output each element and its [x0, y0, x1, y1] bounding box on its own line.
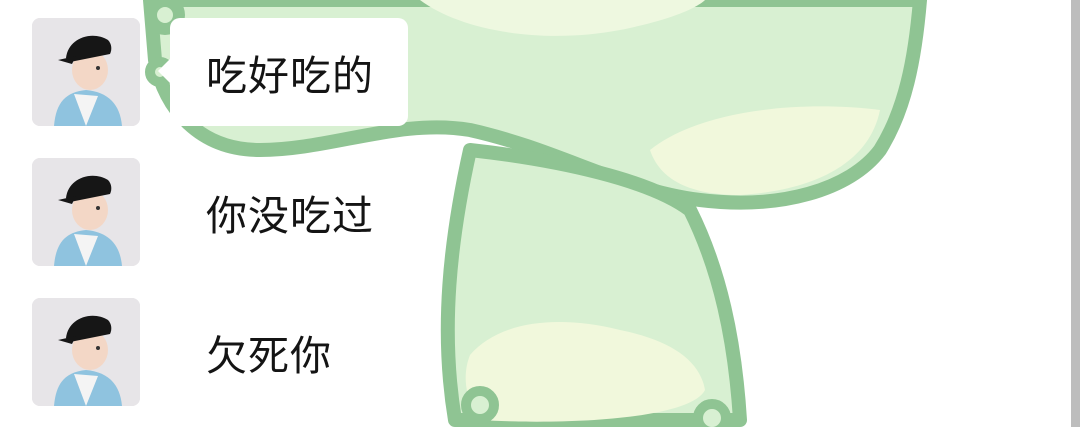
child-with-cap-avatar-icon: [32, 158, 140, 266]
chat-message-row: 你没吃过: [32, 158, 452, 266]
message-bubble[interactable]: 你没吃过: [170, 158, 408, 266]
chat-message-row: 欠死你: [32, 298, 452, 406]
child-with-cap-avatar-icon: [32, 298, 140, 406]
avatar[interactable]: [32, 18, 140, 126]
chat-message-row: 吃好吃的: [32, 18, 452, 126]
bubble-tail: [158, 58, 171, 84]
message-text: 欠死你: [206, 332, 332, 380]
avatar[interactable]: [32, 158, 140, 266]
message-text: 你没吃过: [206, 192, 374, 240]
message-bubble[interactable]: 欠死你: [170, 298, 366, 406]
avatar[interactable]: [32, 298, 140, 406]
message-text: 吃好吃的: [206, 52, 374, 100]
scrollbar[interactable]: [1071, 0, 1080, 427]
message-bubble[interactable]: 吃好吃的: [158, 18, 408, 126]
child-with-cap-avatar-icon: [32, 18, 140, 126]
